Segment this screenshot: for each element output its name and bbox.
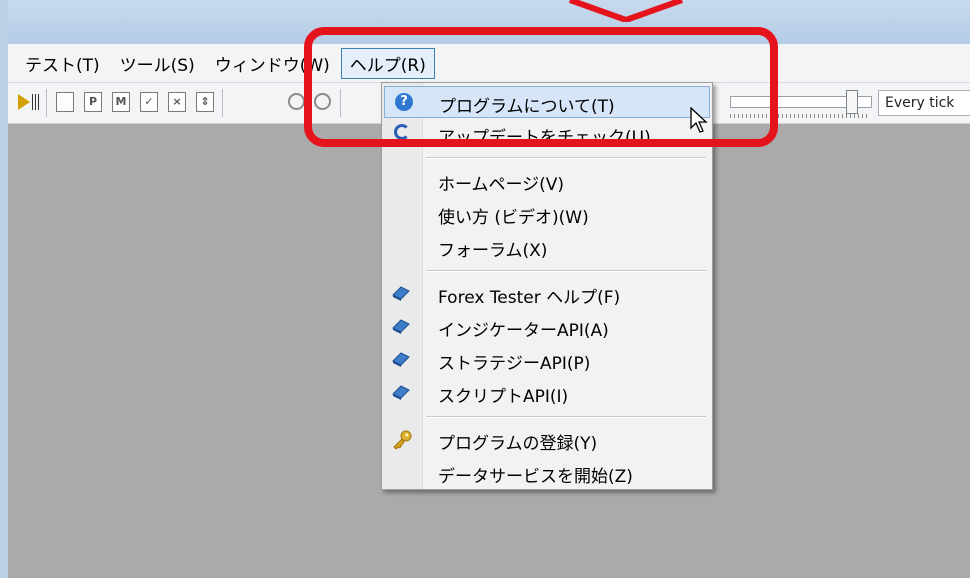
menu-item-script-api[interactable]: スクリプトAPI(I) [384, 377, 710, 409]
check-document-icon[interactable]: ✓ [140, 92, 158, 112]
menu-item-label: データサービスを開始(Z) [438, 467, 633, 487]
window-left-border [0, 0, 8, 578]
sort-document-icon[interactable]: ⇕ [196, 92, 214, 112]
toolbar-separator [46, 89, 47, 117]
menu-item-strategy-api[interactable]: ストラテジーAPI(P) [384, 344, 710, 376]
book-icon [392, 385, 410, 400]
menu-item-label: プログラムの登録(Y) [438, 434, 598, 454]
start-test-icon[interactable] [18, 94, 30, 110]
menu-item-start-data-service[interactable]: データサービスを開始(Z) [384, 457, 710, 489]
menu-separator [426, 157, 706, 159]
start-test-bars-icon [32, 94, 40, 110]
close-document-icon[interactable]: × [168, 92, 186, 112]
key-icon [393, 430, 412, 450]
book-icon [392, 319, 410, 334]
menu-item-video-guide[interactable]: 使い方 (ビデオ)(W) [384, 198, 710, 230]
menu-item-indicator-api[interactable]: インジケーターAPI(A) [384, 311, 710, 343]
m-document-icon[interactable]: M [112, 92, 130, 112]
annotation-highlight-frame [304, 27, 778, 147]
menu-separator [426, 270, 706, 272]
menu-item-label: インジケーターAPI(A) [438, 321, 609, 341]
menu-item-forum[interactable]: フォーラム(X) [384, 231, 710, 263]
menu-test[interactable]: テスト(T) [16, 48, 109, 79]
menu-item-label: スクリプトAPI(I) [438, 387, 569, 407]
book-icon [392, 352, 410, 367]
zoom-in-icon[interactable] [288, 93, 305, 110]
menu-item-label: ストラテジーAPI(P) [438, 354, 591, 374]
p-document-icon[interactable]: P [84, 92, 102, 112]
annotation-arrow-icon [568, 0, 684, 22]
menu-item-label: Forex Tester ヘルプ(F) [438, 288, 621, 308]
menu-item-label: 使い方 (ビデオ)(W) [438, 208, 589, 228]
menu-item-label: ホームページ(V) [438, 175, 565, 195]
book-icon [392, 286, 410, 301]
toolbar-separator [222, 89, 223, 117]
menu-item-homepage[interactable]: ホームページ(V) [384, 165, 710, 197]
menu-tools[interactable]: ツール(S) [111, 48, 204, 79]
tick-mode-select[interactable]: Every tick [878, 90, 970, 116]
speed-slider-thumb[interactable] [846, 90, 858, 114]
new-document-icon[interactable] [56, 92, 74, 112]
menu-item-register-program[interactable]: プログラムの登録(Y) [384, 424, 710, 456]
menu-item-label: フォーラム(X) [438, 241, 548, 261]
menu-separator [426, 416, 706, 418]
menu-item-forex-tester-help[interactable]: Forex Tester ヘルプ(F) [384, 278, 710, 310]
